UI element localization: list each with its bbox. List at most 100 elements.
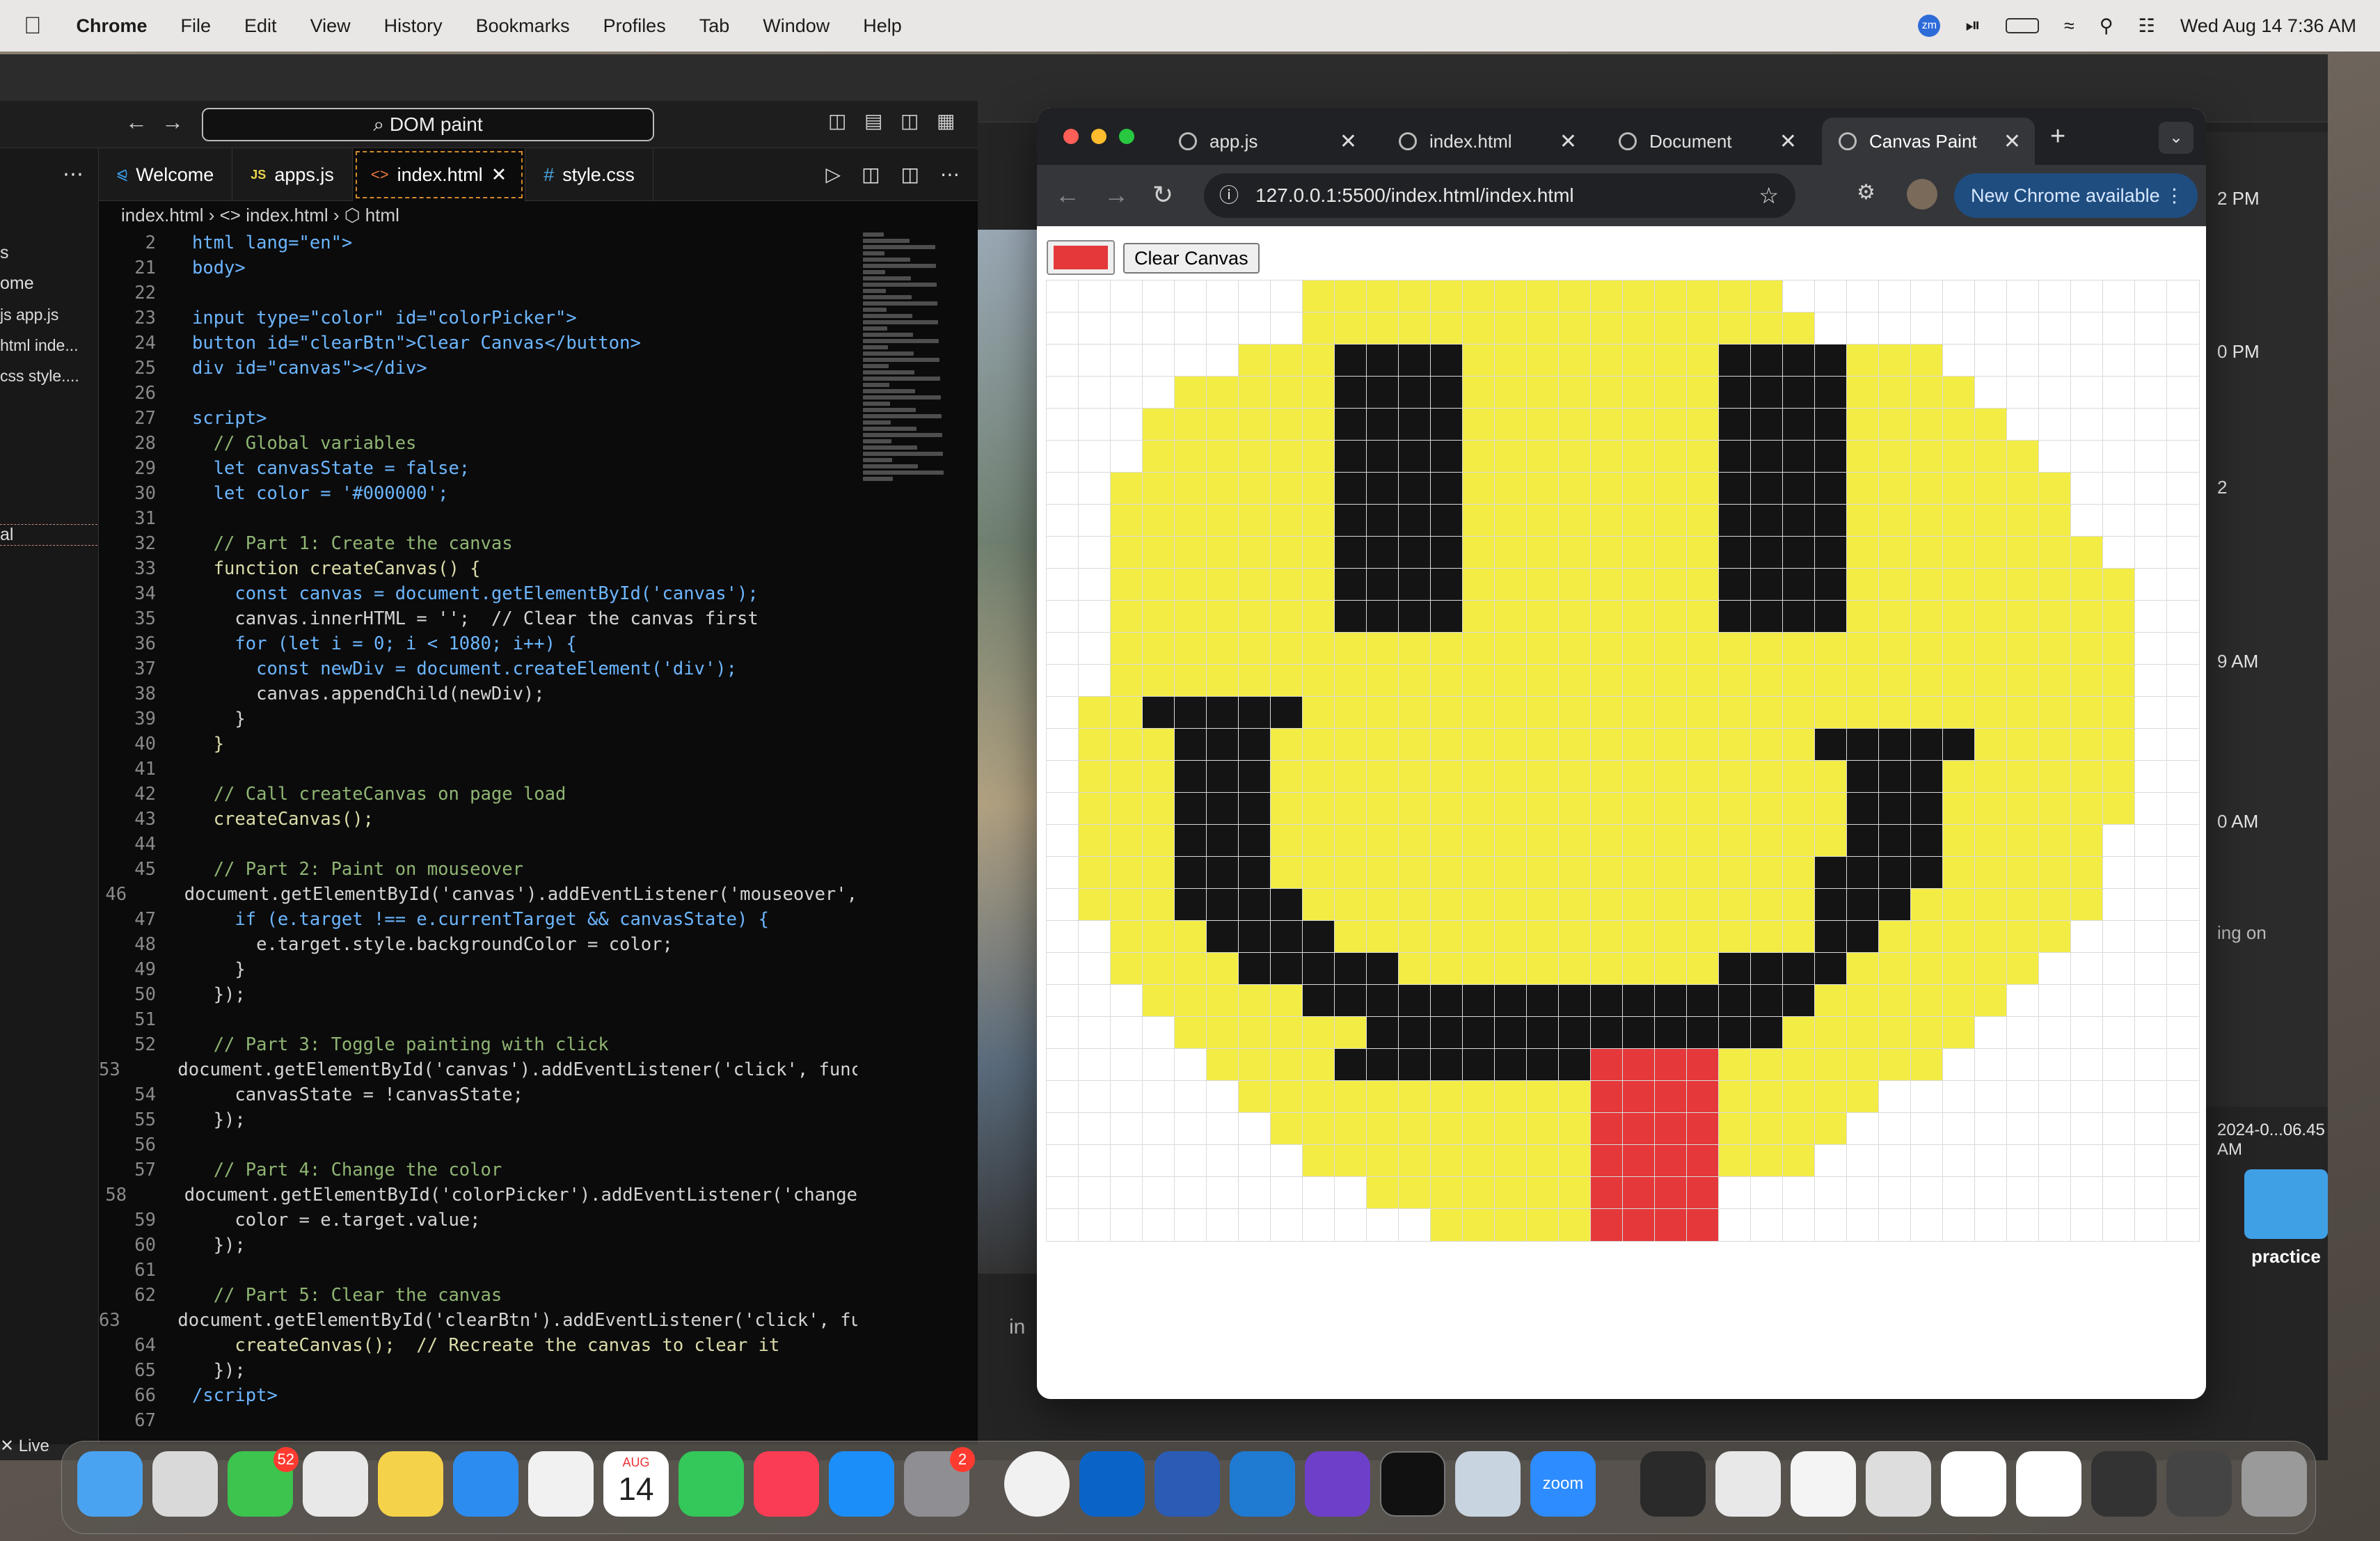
canvas-cell[interactable] bbox=[1654, 344, 1688, 377]
canvas-cell[interactable] bbox=[1718, 792, 1752, 825]
code-line[interactable]: 57 // Part 4: Change the color bbox=[99, 1157, 857, 1183]
canvas-cell[interactable] bbox=[1590, 1112, 1624, 1146]
canvas-cell[interactable] bbox=[1046, 984, 1079, 1018]
canvas-cell[interactable] bbox=[1974, 1048, 2008, 1082]
play-icon[interactable]: ⏯ bbox=[1965, 15, 1981, 37]
canvas-cell[interactable] bbox=[1878, 632, 1912, 665]
minimized-window-5[interactable] bbox=[1941, 1451, 2006, 1517]
canvas-cell[interactable] bbox=[1110, 664, 1143, 697]
canvas-cell[interactable] bbox=[1686, 568, 1720, 601]
canvas-cell[interactable] bbox=[2070, 1176, 2104, 1210]
canvas-cell[interactable] bbox=[1238, 920, 1271, 954]
canvas-cell[interactable] bbox=[1910, 1176, 1944, 1210]
canvas-cell[interactable] bbox=[2038, 856, 2072, 890]
canvas-cell[interactable] bbox=[1590, 1016, 1624, 1050]
canvas-cell[interactable] bbox=[1942, 632, 1976, 665]
canvas-cell[interactable] bbox=[1238, 376, 1271, 409]
canvas-cell[interactable] bbox=[1398, 824, 1431, 858]
canvas-cell[interactable] bbox=[1206, 1048, 1239, 1082]
canvas-cell[interactable] bbox=[2038, 536, 2072, 569]
canvas-cell[interactable] bbox=[1174, 312, 1207, 345]
canvas-cell[interactable] bbox=[1558, 824, 1592, 858]
canvas-cell[interactable] bbox=[1078, 280, 1111, 313]
code-line[interactable]: 32 // Part 1: Create the canvas bbox=[99, 531, 857, 556]
canvas-cell[interactable] bbox=[1878, 504, 1912, 537]
canvas-cell[interactable] bbox=[1142, 1048, 1175, 1082]
minimized-window-7[interactable] bbox=[2091, 1451, 2157, 1517]
canvas-cell[interactable] bbox=[1398, 1144, 1431, 1178]
canvas-cell[interactable] bbox=[1846, 888, 1880, 922]
canvas-cell[interactable] bbox=[1174, 1080, 1207, 1114]
canvas-cell[interactable] bbox=[1974, 984, 2008, 1018]
canvas-cell[interactable] bbox=[1526, 440, 1560, 473]
canvas-cell[interactable] bbox=[1462, 600, 1496, 633]
canvas-cell[interactable] bbox=[1110, 792, 1143, 825]
canvas-cell[interactable] bbox=[1462, 536, 1496, 569]
canvas-cell[interactable] bbox=[2166, 632, 2200, 665]
canvas-cell[interactable] bbox=[1398, 1112, 1431, 1146]
canvas-cell[interactable] bbox=[1334, 1176, 1367, 1210]
canvas-cell[interactable] bbox=[1686, 536, 1720, 569]
canvas-cell[interactable] bbox=[1718, 1208, 1752, 1242]
canvas-cell[interactable] bbox=[2166, 888, 2200, 922]
canvas-cell[interactable] bbox=[1558, 312, 1592, 345]
canvas-cell[interactable] bbox=[1846, 760, 1880, 793]
canvas-cell[interactable] bbox=[1750, 1112, 1784, 1146]
canvas-cell[interactable] bbox=[1974, 824, 2008, 858]
canvas-cell[interactable] bbox=[1654, 568, 1688, 601]
canvas-cell[interactable] bbox=[1590, 728, 1624, 761]
code-line[interactable]: 56 bbox=[99, 1132, 857, 1157]
canvas-cell[interactable] bbox=[1846, 280, 1880, 313]
canvas-cell[interactable] bbox=[1430, 1176, 1463, 1210]
canvas-cell[interactable] bbox=[2166, 1176, 2200, 1210]
canvas-cell[interactable] bbox=[1622, 1048, 1656, 1082]
canvas-cell[interactable] bbox=[1398, 728, 1431, 761]
canvas-cell[interactable] bbox=[2134, 792, 2168, 825]
canvas-cell[interactable] bbox=[1462, 888, 1496, 922]
canvas-cell[interactable] bbox=[2166, 536, 2200, 569]
canvas-cell[interactable] bbox=[1430, 504, 1463, 537]
canvas-cell[interactable] bbox=[1526, 376, 1560, 409]
canvas-cell[interactable] bbox=[1398, 1016, 1431, 1050]
canvas-cell[interactable] bbox=[1590, 280, 1624, 313]
canvas-cell[interactable] bbox=[1846, 440, 1880, 473]
canvas-cell[interactable] bbox=[1846, 1112, 1880, 1146]
canvas-cell[interactable] bbox=[1814, 696, 1848, 729]
reload-icon[interactable]: ↻ bbox=[1152, 180, 1173, 210]
canvas-cell[interactable] bbox=[1718, 1048, 1752, 1082]
canvas-cell[interactable] bbox=[1654, 600, 1688, 633]
canvas-cell[interactable] bbox=[1302, 376, 1335, 409]
canvas-cell[interactable] bbox=[1110, 760, 1143, 793]
canvas-cell[interactable] bbox=[1974, 280, 2008, 313]
canvas-cell[interactable] bbox=[1558, 920, 1592, 954]
canvas-cell[interactable] bbox=[2070, 504, 2104, 537]
canvas-cell[interactable] bbox=[1942, 280, 1976, 313]
canvas-cell[interactable] bbox=[1718, 888, 1752, 922]
canvas-cell[interactable] bbox=[1206, 1144, 1239, 1178]
canvas-cell[interactable] bbox=[2070, 920, 2104, 954]
canvas-cell[interactable] bbox=[1206, 1080, 1239, 1114]
canvas-cell[interactable] bbox=[1558, 856, 1592, 890]
code-line[interactable]: 22 bbox=[99, 280, 857, 306]
canvas-cell[interactable] bbox=[2070, 472, 2104, 505]
canvas-cell[interactable] bbox=[2102, 760, 2136, 793]
canvas-cell[interactable] bbox=[2070, 1112, 2104, 1146]
canvas-cell[interactable] bbox=[1206, 728, 1239, 761]
canvas-cell[interactable] bbox=[1718, 984, 1752, 1018]
canvas-cell[interactable] bbox=[1366, 536, 1399, 569]
canvas-cell[interactable] bbox=[1750, 1144, 1784, 1178]
canvas-cell[interactable] bbox=[1302, 1112, 1335, 1146]
canvas-cell[interactable] bbox=[2006, 728, 2040, 761]
canvas-cell[interactable] bbox=[1430, 856, 1463, 890]
canvas-cell[interactable] bbox=[2070, 696, 2104, 729]
canvas-cell[interactable] bbox=[1654, 408, 1688, 441]
canvas-cell[interactable] bbox=[1974, 632, 2008, 665]
canvas-cell[interactable] bbox=[2070, 632, 2104, 665]
canvas-cell[interactable] bbox=[1942, 1016, 1976, 1050]
canvas-cell[interactable] bbox=[1142, 696, 1175, 729]
canvas-cell[interactable] bbox=[2006, 984, 2040, 1018]
canvas-cell[interactable] bbox=[1174, 632, 1207, 665]
canvas-cell[interactable] bbox=[2166, 984, 2200, 1018]
canvas-cell[interactable] bbox=[2038, 920, 2072, 954]
canvas-cell[interactable] bbox=[1910, 568, 1944, 601]
